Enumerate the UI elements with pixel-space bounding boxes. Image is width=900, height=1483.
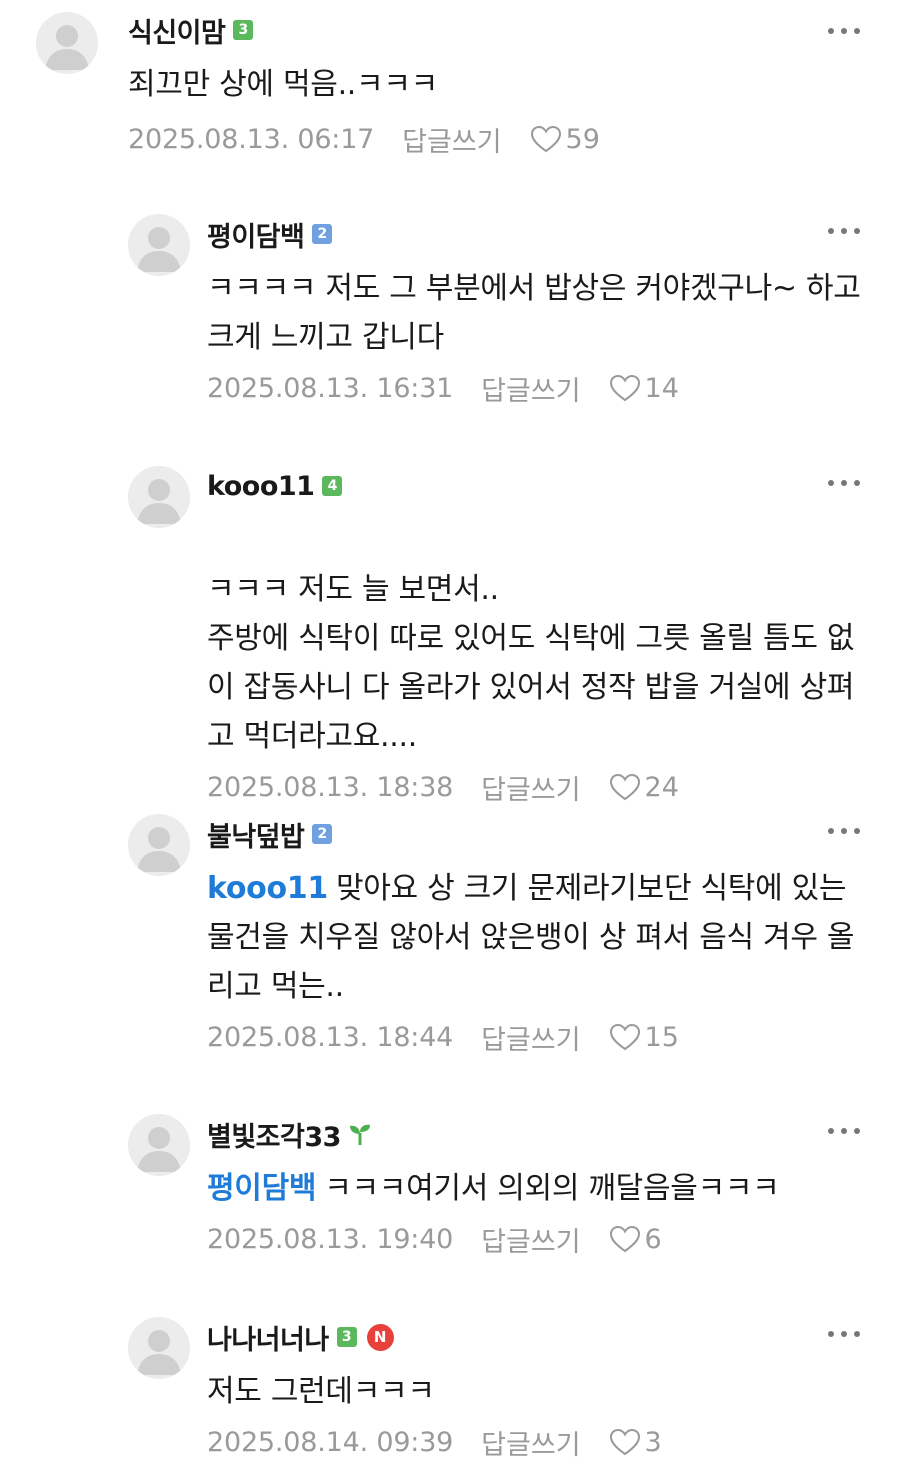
more-dots-icon[interactable] (828, 1126, 860, 1136)
comment-text: ㅋㅋㅋㅋ 저도 그 부분에서 밥상은 커야겠구나~ 하고 크게 느끼고 갑니다 (207, 271, 861, 355)
comment-text: 저도 그런데ㅋㅋㅋ (207, 1374, 435, 1409)
more-dots-icon[interactable] (828, 26, 860, 36)
level-badge-icon: 4 (322, 476, 343, 496)
comment-date: 2025.08.13. 18:38 (207, 771, 454, 803)
new-badge-icon: N (366, 1323, 394, 1351)
like-count: 14 (644, 372, 679, 404)
like-count: 24 (644, 771, 679, 803)
more-dots-icon[interactable] (828, 226, 860, 236)
like-count: 6 (644, 1223, 662, 1255)
heart-outline-icon (609, 773, 640, 801)
nickname[interactable]: 나나너너나 (207, 1318, 329, 1357)
nickname[interactable]: kooo11 (207, 471, 315, 502)
comment-text: ㅋㅋㅋ 저도 늘 보면서.. 주방에 식탁이 따로 있어도 식탁에 그릇 올릴 … (207, 572, 855, 754)
like-count: 59 (565, 123, 600, 155)
reply-button[interactable]: 답글쓰기 (481, 1423, 580, 1462)
default-profile-icon[interactable] (128, 1317, 190, 1379)
level-badge-icon: 2 (312, 224, 333, 244)
reply-button[interactable]: 답글쓰기 (402, 120, 501, 159)
like-button[interactable]: 59 (530, 124, 600, 155)
more-dots-icon[interactable] (828, 826, 860, 836)
level-badge-icon: 3 (336, 1327, 357, 1347)
default-profile-icon[interactable] (128, 814, 190, 876)
reply-button[interactable]: 답글쓰기 (481, 768, 580, 807)
sprout-icon (349, 1124, 370, 1145)
more-dots-icon[interactable] (828, 478, 860, 488)
like-count: 3 (644, 1426, 662, 1458)
mention-link[interactable]: 평이담백 (207, 1171, 317, 1206)
like-button[interactable]: 24 (609, 772, 679, 803)
comment-date: 2025.08.13. 06:17 (128, 123, 375, 155)
nickname[interactable]: 평이담백 (207, 215, 305, 254)
like-button[interactable]: 15 (609, 1022, 679, 1053)
like-button[interactable]: 3 (609, 1427, 662, 1458)
reply-button[interactable]: 답글쓰기 (481, 369, 580, 408)
nickname[interactable]: 식신이맘 (128, 11, 226, 50)
comment-date: 2025.08.13. 16:31 (207, 372, 454, 404)
like-button[interactable]: 6 (609, 1224, 662, 1255)
comment-text: 평이담백 ㅋㅋㅋ여기서 의외의 깨달음을ㅋㅋㅋ (207, 1171, 780, 1206)
more-dots-icon[interactable] (828, 1329, 860, 1339)
reply-button[interactable]: 답글쓰기 (481, 1220, 580, 1259)
default-profile-icon[interactable] (128, 214, 190, 276)
comment-text: kooo11 맞아요 상 크기 문제라기보단 식탁에 있는 물건을 치우질 않아서… (207, 871, 855, 1004)
heart-outline-icon (609, 1023, 640, 1051)
reply-button[interactable]: 답글쓰기 (481, 1018, 580, 1057)
comment-date: 2025.08.13. 19:40 (207, 1223, 454, 1255)
level-badge-icon: 3 (233, 20, 254, 40)
nickname[interactable]: 불낙덮밥 (207, 815, 305, 854)
nickname[interactable]: 별빛조각33 (207, 1115, 341, 1154)
comment-date: 2025.08.14. 09:39 (207, 1426, 454, 1458)
like-count: 15 (644, 1021, 679, 1053)
default-profile-icon[interactable] (36, 12, 98, 74)
mention-link[interactable]: kooo11 (207, 871, 328, 906)
level-badge-icon: 2 (312, 824, 333, 844)
default-profile-icon[interactable] (128, 466, 190, 528)
heart-outline-icon (609, 374, 640, 402)
heart-outline-icon (530, 125, 561, 153)
default-profile-icon[interactable] (128, 1114, 190, 1176)
comment-date: 2025.08.13. 18:44 (207, 1021, 454, 1053)
heart-outline-icon (609, 1428, 640, 1456)
like-button[interactable]: 14 (609, 373, 679, 404)
comment-text: 죄끄만 상에 먹음..ㅋㅋㅋ (128, 67, 438, 102)
heart-outline-icon (609, 1225, 640, 1253)
